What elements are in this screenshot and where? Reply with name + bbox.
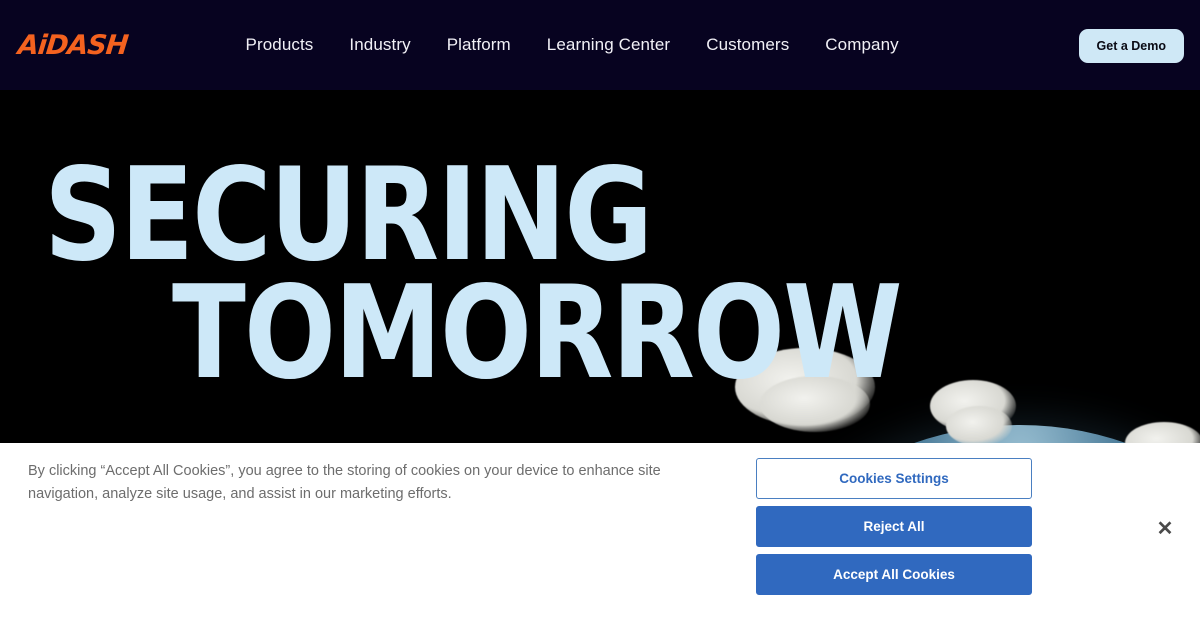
nav-item-learning-center[interactable]: Learning Center (529, 35, 688, 55)
page-root: AiDASH Products Industry Platform Learni… (0, 0, 1200, 623)
nav-item-platform[interactable]: Platform (429, 35, 529, 55)
cloud-icon-2b (946, 406, 1012, 446)
get-a-demo-button[interactable]: Get a Demo (1078, 29, 1184, 63)
reject-all-button[interactable]: Reject All (756, 506, 1032, 547)
cookie-consent-message: By clicking “Accept All Cookies”, you ag… (28, 463, 661, 503)
nav-item-products[interactable]: Products (228, 35, 332, 55)
aidash-logo[interactable]: AiDASH (16, 30, 129, 61)
nav-item-customers[interactable]: Customers (688, 35, 807, 55)
cookie-consent-actions: Cookies Settings Reject All Accept All C… (756, 458, 1032, 595)
nav-item-company[interactable]: Company (807, 35, 916, 55)
accept-all-cookies-button[interactable]: Accept All Cookies (756, 554, 1032, 595)
hero-headline-line-2: TOMORROW (172, 259, 903, 408)
hero-headline-line-1: SECURING (44, 141, 653, 290)
cookies-settings-button[interactable]: Cookies Settings (756, 458, 1032, 499)
top-navigation-bar: AiDASH Products Industry Platform Learni… (0, 0, 1200, 90)
nav-item-industry[interactable]: Industry (331, 35, 428, 55)
close-icon[interactable]: ✕ (1152, 515, 1178, 541)
primary-nav-links: Products Industry Platform Learning Cent… (228, 35, 917, 55)
cookie-consent-banner: By clicking “Accept All Cookies”, you ag… (0, 443, 1200, 623)
